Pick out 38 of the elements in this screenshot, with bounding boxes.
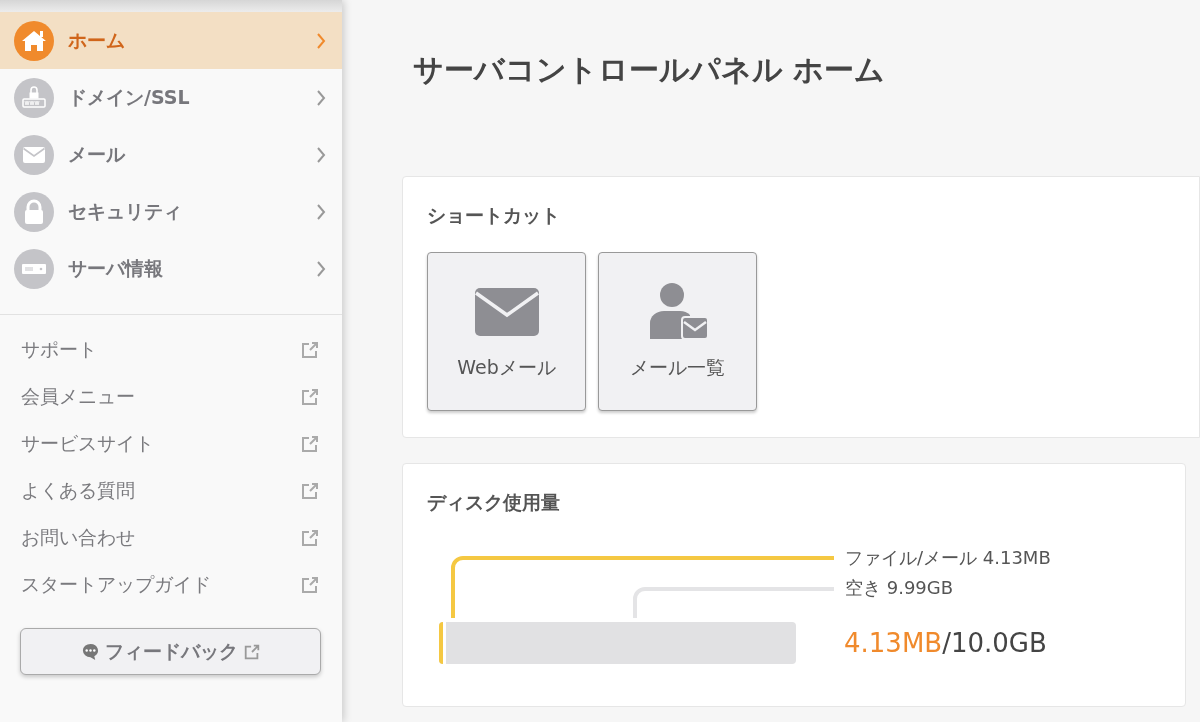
external-link-icon (300, 339, 320, 360)
lock-web-icon (14, 77, 54, 118)
envelope-icon (14, 134, 54, 175)
feedback-button[interactable]: フィードバック (20, 628, 321, 675)
nav-item[interactable]: ホーム (0, 12, 342, 69)
legend-label: 空き 9.99GB (845, 576, 955, 600)
sidebar-link[interactable]: よくある質問 (21, 467, 320, 514)
shortcut-tile[interactable]: Webメール (427, 252, 586, 411)
chevron-right-icon (316, 260, 326, 277)
external-link-icon (300, 433, 320, 454)
external-link-icon (300, 574, 320, 595)
nav-item[interactable]: サーバ情報 (0, 240, 342, 297)
card-title: ディスク使用量 (427, 490, 561, 515)
sidebar-link[interactable]: 会員メニュー (21, 373, 320, 420)
nav-item[interactable]: メール (0, 126, 342, 183)
external-link-icon (300, 527, 320, 548)
server-icon (14, 248, 54, 289)
sidebar-link[interactable]: サポート (21, 326, 320, 373)
sidebar-link[interactable]: スタートアップガイド (21, 561, 320, 608)
card-title: ショートカット (427, 203, 561, 228)
chevron-right-icon (316, 89, 326, 106)
chevron-right-icon (316, 32, 326, 49)
shortcut-tile[interactable]: メール一覧 (598, 252, 757, 411)
nav-item[interactable]: セキュリティ (0, 183, 342, 240)
legend-label: ファイル/メール 4.13MB (845, 546, 1051, 570)
nav-item[interactable]: ドメイン/SSL (0, 69, 342, 126)
external-link-icon (242, 642, 261, 661)
external-link-icon (300, 480, 320, 501)
chevron-right-icon (316, 146, 326, 163)
chat-bubble-icon (80, 642, 100, 661)
padlock-icon (14, 191, 54, 232)
home-icon (14, 20, 54, 61)
page-title: サーバコントロールパネル ホーム (413, 51, 887, 89)
sidebar-link[interactable]: サービスサイト (21, 420, 320, 467)
usage-total: 4.13MB/10.0GB (844, 628, 1047, 658)
external-link-icon (300, 386, 320, 407)
sidebar-link[interactable]: お問い合わせ (21, 514, 320, 561)
chevron-right-icon (316, 203, 326, 220)
